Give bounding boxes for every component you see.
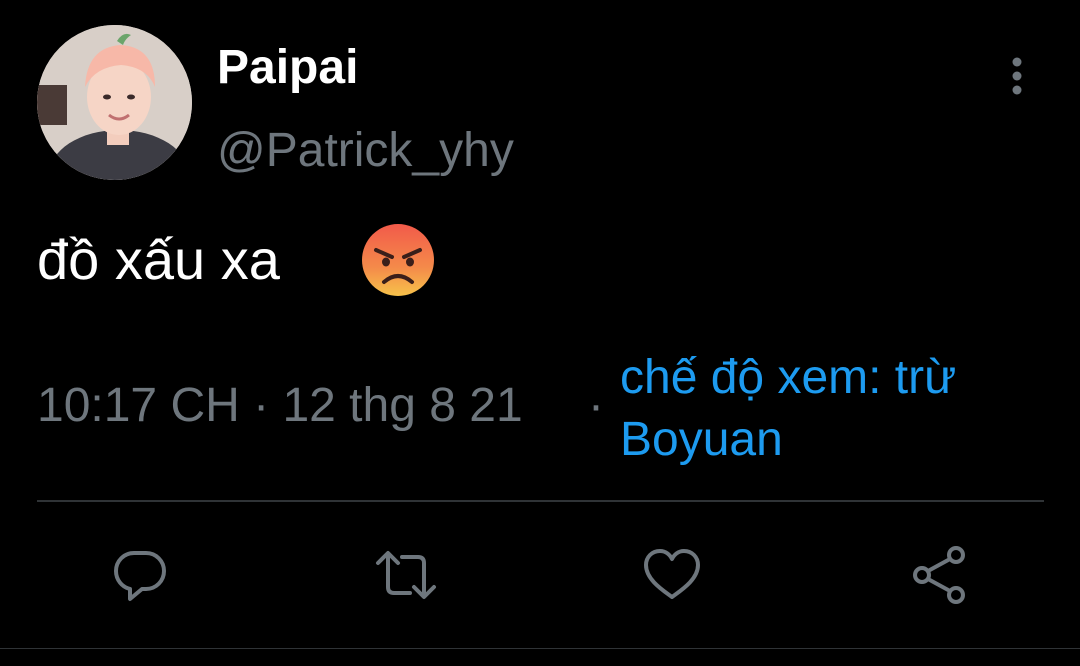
share-icon <box>913 546 965 604</box>
more-options-button[interactable] <box>996 55 1040 99</box>
avatar-image <box>37 25 192 180</box>
avatar[interactable] <box>37 25 192 180</box>
retweet-button[interactable] <box>374 543 438 607</box>
reply-button[interactable] <box>108 543 172 607</box>
like-button[interactable] <box>640 543 704 607</box>
like-icon <box>644 549 700 599</box>
retweet-icon <box>376 551 436 599</box>
meta-separator: · <box>588 379 604 432</box>
display-name[interactable]: Paipai <box>217 40 358 96</box>
tweet-timestamp[interactable]: 10:17 CH · 12 thg 8 21 <box>37 378 523 434</box>
angry-face-icon <box>360 222 436 298</box>
audience-link[interactable]: chế độ xem: trừ Boyuan <box>620 347 1040 471</box>
user-handle[interactable]: @Patrick_yhy <box>217 123 514 179</box>
divider <box>37 500 1044 502</box>
reply-icon <box>114 551 166 601</box>
tweet-text: đồ xấu xa <box>37 228 280 291</box>
bottom-divider <box>0 648 1080 649</box>
more-vertical-icon <box>1012 57 1022 95</box>
share-button[interactable] <box>908 543 972 607</box>
